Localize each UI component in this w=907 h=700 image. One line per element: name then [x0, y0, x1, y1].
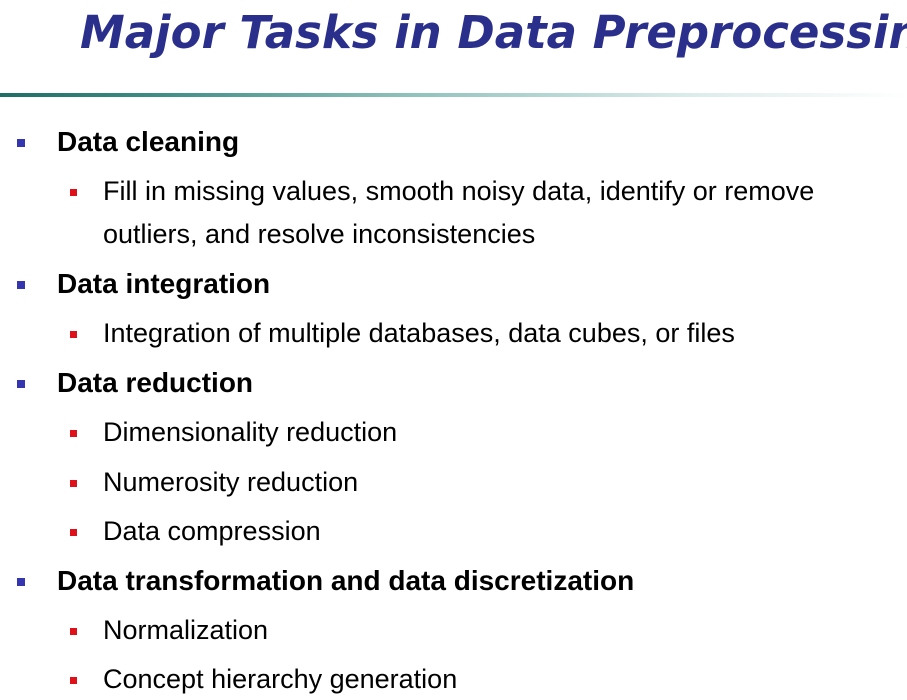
square-bullet-icon	[70, 331, 77, 338]
slide: Major Tasks in Data Preprocessing Data c…	[0, 0, 907, 700]
sub-bullet-label: Numerosity reduction	[103, 467, 359, 497]
square-bullet-icon	[17, 380, 25, 388]
bullet-label: Data integration	[57, 268, 271, 299]
sub-bullet-item: Data compression	[0, 510, 907, 553]
sub-bullet-label: Fill in missing values, smooth noisy dat…	[103, 176, 815, 249]
sub-bullet-item: Numerosity reduction	[0, 461, 907, 504]
sub-bullet-label: Normalization	[103, 615, 269, 645]
sub-bullet-item: Dimensionality reduction	[0, 411, 907, 454]
bullet-item-data-cleaning: Data cleaning	[0, 124, 907, 160]
bullet-item-data-integration: Data integration	[0, 266, 907, 302]
sub-bullet-item: Normalization	[0, 609, 907, 652]
sub-bullet-item: Concept hierarchy generation	[0, 658, 907, 700]
square-bullet-icon	[70, 628, 77, 635]
sub-bullet-item: Integration of multiple databases, data …	[0, 312, 907, 355]
square-bullet-icon	[70, 480, 77, 487]
square-bullet-icon	[70, 677, 77, 684]
square-bullet-icon	[70, 430, 77, 437]
sub-bullet-label: Integration of multiple databases, data …	[103, 318, 735, 348]
bullet-label: Data transformation and data discretizat…	[57, 565, 635, 596]
bullet-list: Data cleaning Fill in missing values, sm…	[0, 0, 907, 700]
square-bullet-icon	[70, 529, 77, 536]
sub-bullet-label: Dimensionality reduction	[103, 417, 398, 447]
square-bullet-icon	[70, 189, 77, 196]
sub-bullet-item: Fill in missing values, smooth noisy dat…	[0, 170, 907, 256]
sub-bullet-label: Data compression	[103, 516, 321, 546]
bullet-label: Data cleaning	[57, 126, 240, 157]
bullet-item-data-reduction: Data reduction	[0, 365, 907, 401]
square-bullet-icon	[17, 281, 25, 289]
square-bullet-icon	[17, 578, 25, 586]
bullet-label: Data reduction	[57, 367, 254, 398]
bullet-item-data-transformation: Data transformation and data discretizat…	[0, 563, 907, 599]
square-bullet-icon	[17, 139, 25, 147]
sub-bullet-label: Concept hierarchy generation	[103, 664, 458, 694]
